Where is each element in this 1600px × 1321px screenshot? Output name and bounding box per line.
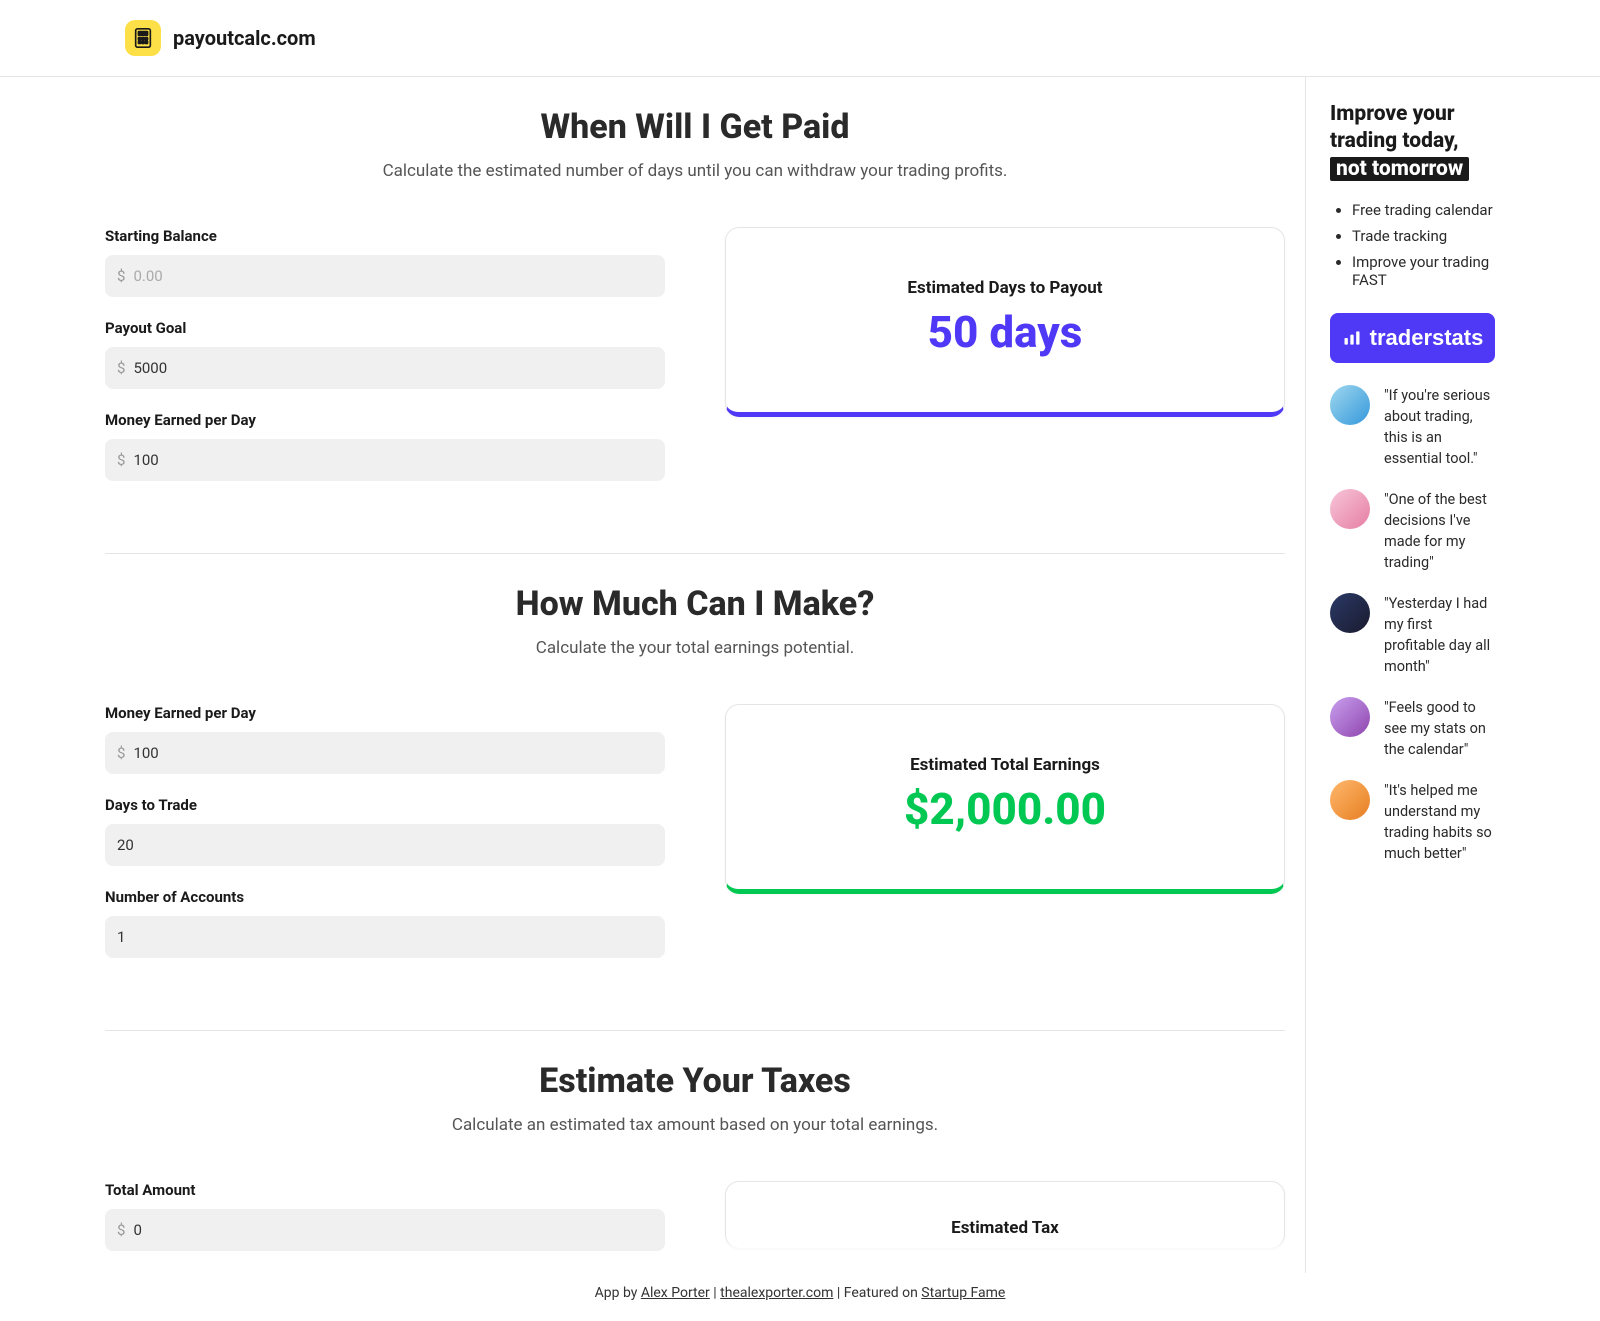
payout-goal-label: Payout Goal [105,319,665,337]
taxes-subtitle: Calculate an estimated tax amount based … [105,1115,1285,1135]
brand-name: payoutcalc.com [173,26,316,50]
avatar [1330,593,1370,633]
total-amount-label: Total Amount [105,1181,665,1199]
avatar [1330,697,1370,737]
days-to-trade-label: Days to Trade [105,796,665,814]
payout-goal-input[interactable] [133,359,653,377]
earnings-earned-per-day-input[interactable] [133,744,653,762]
promo-bullet: Improve your trading FAST [1352,253,1495,289]
earnings-earned-per-day-label: Money Earned per Day [105,704,665,722]
earnings-title: How Much Can I Make? [105,584,1285,624]
testimonial: "Feels good to see my stats on the calen… [1330,697,1495,760]
testimonial-text: "One of the best decisions I've made for… [1384,489,1495,573]
footer-sep: | Featured on [833,1285,921,1301]
num-accounts-input[interactable] [117,928,653,946]
avatar [1330,489,1370,529]
section-taxes: Estimate Your Taxes Calculate an estimat… [105,1030,1285,1273]
taxes-title: Estimate Your Taxes [105,1061,1285,1101]
num-accounts-label: Number of Accounts [105,888,665,906]
cta-label: traderstats [1370,325,1484,351]
testimonial-text: "If you're serious about trading, this i… [1384,385,1495,469]
testimonial: "One of the best decisions I've made for… [1330,489,1495,573]
sidebar-promo: Improve your trading today, not tomorrow… [1306,77,1495,1273]
footer: App by Alex Porter | thealexporter.com |… [0,1273,1600,1321]
earnings-subtitle: Calculate the your total earnings potent… [105,638,1285,658]
footer-author-link[interactable]: Alex Porter [641,1285,710,1301]
logo-icon [125,20,161,56]
dollar-icon: $ [117,267,125,285]
days-to-trade-input[interactable] [117,836,653,854]
avatar [1330,385,1370,425]
footer-prefix: App by [595,1285,641,1301]
payout-result-value: 50 days [746,308,1264,356]
testimonial: "Yesterday I had my first profitable day… [1330,593,1495,677]
dollar-icon: $ [117,359,125,377]
traderstats-button[interactable]: traderstats [1330,313,1495,363]
footer-feature-link[interactable]: Startup Fame [921,1285,1005,1301]
dollar-icon: $ [117,1221,125,1239]
earned-per-day-input[interactable] [133,451,653,469]
chart-icon [1342,328,1362,348]
payout-result-label: Estimated Days to Payout [746,278,1264,298]
main-content: When Will I Get Paid Calculate the estim… [105,77,1306,1273]
dollar-icon: $ [117,451,125,469]
promo-title-highlight: not tomorrow [1330,157,1469,181]
earnings-result-label: Estimated Total Earnings [746,755,1264,775]
dollar-icon: $ [117,744,125,762]
payout-title: When Will I Get Paid [105,107,1285,147]
total-amount-input[interactable] [133,1221,653,1239]
testimonial: "It's helped me understand my trading ha… [1330,780,1495,864]
starting-balance-label: Starting Balance [105,227,665,245]
testimonial-text: "It's helped me understand my trading ha… [1384,780,1495,864]
header: payoutcalc.com [0,0,1600,77]
footer-site-link[interactable]: thealexporter.com [720,1285,833,1301]
earnings-result-card: Estimated Total Earnings $2,000.00 [725,704,1285,894]
testimonial: "If you're serious about trading, this i… [1330,385,1495,469]
taxes-result-label: Estimated Tax [746,1218,1264,1238]
avatar [1330,780,1370,820]
payout-result-card: Estimated Days to Payout 50 days [725,227,1285,417]
testimonial-text: "Feels good to see my stats on the calen… [1384,697,1495,760]
payout-subtitle: Calculate the estimated number of days u… [105,161,1285,181]
footer-sep: | [710,1285,720,1301]
promo-bullet: Free trading calendar [1352,201,1495,219]
promo-title-prefix: Improve your trading today, [1330,102,1459,153]
promo-bullet: Trade tracking [1352,227,1495,245]
promo-bullets: Free trading calendar Trade tracking Imp… [1330,201,1495,289]
testimonial-text: "Yesterday I had my first profitable day… [1384,593,1495,677]
promo-title: Improve your trading today, not tomorrow [1330,101,1495,183]
starting-balance-input[interactable] [133,267,653,285]
taxes-result-card: Estimated Tax [725,1181,1285,1248]
section-payout: When Will I Get Paid Calculate the estim… [105,77,1285,553]
earnings-result-value: $2,000.00 [746,785,1264,833]
section-earnings: How Much Can I Make? Calculate the your … [105,553,1285,1030]
earned-per-day-label: Money Earned per Day [105,411,665,429]
